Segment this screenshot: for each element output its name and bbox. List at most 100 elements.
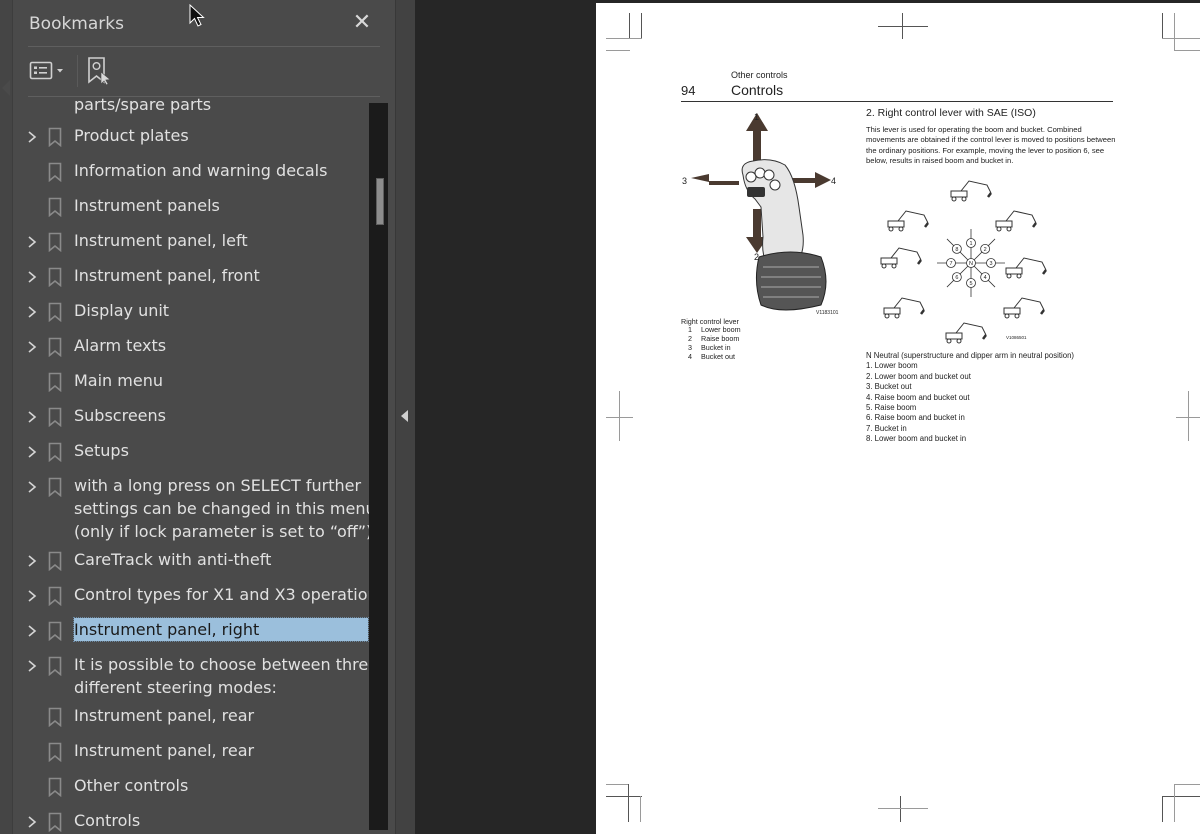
bookmark-label[interactable]: settings can be changed in this menu xyxy=(74,497,369,520)
mouse-cursor-icon xyxy=(189,4,205,27)
find-current-bookmark-button[interactable] xyxy=(86,56,114,86)
arrow-label: 1 xyxy=(754,112,759,122)
position-marker: 6 xyxy=(951,272,962,283)
header-rule xyxy=(681,101,1113,102)
excavator-pictogram xyxy=(1005,257,1047,279)
expand-chevron-icon[interactable] xyxy=(26,623,38,639)
bookmark-label[interactable]: Control types for X1 and X3 operation xyxy=(74,583,369,606)
excavator-pictogram xyxy=(887,210,929,232)
expand-chevron-icon[interactable] xyxy=(26,658,38,674)
excavator-pictogram xyxy=(883,297,925,319)
crop-mark xyxy=(1162,796,1163,822)
position-marker: 4 xyxy=(980,272,991,283)
legend-item: 2. Lower boom and bucket out xyxy=(866,371,971,381)
bookmark-options-icon xyxy=(29,61,63,80)
lever-positions-figure: 1 2 3 4 5 6 7 8 N V1086501 xyxy=(880,180,1047,344)
collapse-panel-arrow-icon[interactable] xyxy=(401,410,408,422)
bookmark-icon xyxy=(48,407,62,428)
expand-chevron-icon[interactable] xyxy=(26,269,38,285)
position-marker: 5 xyxy=(966,278,976,288)
crop-mark xyxy=(606,796,642,797)
bookmark-icon xyxy=(48,812,62,833)
expand-chevron-icon[interactable] xyxy=(26,409,38,425)
bookmark-label[interactable]: Instrument panel, rear xyxy=(74,704,254,727)
bookmark-icon xyxy=(48,197,62,218)
bookmark-icon xyxy=(48,586,62,607)
bookmark-label[interactable]: Instrument panels xyxy=(74,194,220,217)
bookmark-label[interactable]: Instrument panel, rear xyxy=(74,739,254,762)
expand-chevron-icon[interactable] xyxy=(26,304,38,320)
crop-mark xyxy=(1162,13,1163,39)
crop-mark xyxy=(619,391,620,441)
expand-chevron-icon[interactable] xyxy=(26,234,38,250)
bookmark-label[interactable]: Display unit xyxy=(74,299,169,322)
bookmark-label[interactable]: It is possible to choose between three xyxy=(74,653,369,676)
panel-title: Bookmarks xyxy=(29,14,124,34)
divider xyxy=(28,46,380,47)
expand-chevron-icon[interactable] xyxy=(26,479,38,495)
position-marker: 3 xyxy=(986,258,996,268)
expand-chevron-icon[interactable] xyxy=(26,129,38,145)
close-icon[interactable]: ✕ xyxy=(352,11,372,33)
bookmark-label[interactable]: Controls xyxy=(74,809,140,832)
position-marker: 7 xyxy=(946,258,956,268)
expand-chevron-icon[interactable] xyxy=(26,339,38,355)
bookmark-label[interactable]: Instrument panel, right xyxy=(73,617,369,642)
arrow-label: 4 xyxy=(831,176,836,186)
caret-down-icon xyxy=(57,69,63,73)
bookmark-options-button[interactable] xyxy=(29,59,69,83)
control-lever-figure: 1 2 3 4 V1183101 xyxy=(682,112,839,316)
expand-chevron-icon[interactable] xyxy=(26,553,38,569)
bookmark-label[interactable]: Instrument panel, front xyxy=(74,264,260,287)
bookmark-label[interactable]: Main menu xyxy=(74,369,163,392)
bookmark-label[interactable]: Alarm texts xyxy=(74,334,166,357)
position-marker: N xyxy=(966,258,976,268)
expand-chevron-icon[interactable] xyxy=(26,444,38,460)
scrollbar-thumb[interactable] xyxy=(376,178,384,225)
legend-item: 6. Raise boom and bucket in xyxy=(866,413,965,423)
crop-mark xyxy=(640,796,641,822)
arrow-left xyxy=(691,174,739,185)
bookmark-icon xyxy=(48,442,62,463)
bookmark-icon xyxy=(48,372,62,393)
expand-chevron-icon[interactable] xyxy=(26,814,38,830)
find-current-bookmark-icon xyxy=(88,57,111,86)
legend-item: 4. Raise boom and bucket out xyxy=(866,392,970,402)
legend-item: 7. Bucket in xyxy=(866,423,907,433)
bookmark-label[interactable]: parts/spare parts xyxy=(74,97,211,116)
bookmark-icon xyxy=(48,477,62,498)
bookmark-label[interactable]: Information and warning decals xyxy=(74,159,327,182)
section-body: This lever is used for operating the boo… xyxy=(866,125,1116,165)
svg-text:N: N xyxy=(969,261,973,267)
positions-legend: N Neutral (superstructure and dipper arm… xyxy=(866,351,1074,445)
crop-mark xyxy=(641,13,642,39)
position-marker: 8 xyxy=(951,243,962,254)
svg-text:2: 2 xyxy=(984,247,987,253)
bookmark-label[interactable]: (only if lock parameter is set to “off”)… xyxy=(74,520,369,543)
crop-mark xyxy=(606,38,642,39)
expand-chevron-icon[interactable] xyxy=(26,588,38,604)
bookmark-icon xyxy=(48,232,62,253)
section-title: 2. Right control lever with SAE (ISO) xyxy=(866,107,1036,119)
bookmarks-panel: Bookmarks ✕ parts/spare parts Product pla… xyxy=(0,0,395,834)
bookmark-label[interactable]: Instrument panel, left xyxy=(74,229,248,252)
bookmark-label[interactable]: Product plates xyxy=(74,124,189,147)
bookmark-label[interactable]: different steering modes: xyxy=(74,676,277,699)
bookmark-label[interactable]: Other controls xyxy=(74,774,188,797)
bookmark-tree: parts/spare parts Product plates Informati… xyxy=(12,97,369,834)
svg-text:4: 4 xyxy=(984,275,987,281)
svg-text:6: 6 xyxy=(955,275,958,281)
position-marker: 1 xyxy=(966,238,976,248)
crop-mark xyxy=(1174,50,1200,51)
bookmark-label[interactable]: CareTrack with anti-theft xyxy=(74,548,271,571)
bookmark-icon xyxy=(48,162,62,183)
bookmark-icon xyxy=(48,267,62,288)
legend-item: N Neutral (superstructure and dipper arm… xyxy=(866,351,1075,360)
legend-item: 3. Bucket out xyxy=(866,382,912,392)
bookmark-label[interactable]: with a long press on SELECT further xyxy=(74,474,361,497)
bookmark-label[interactable]: Subscreens xyxy=(74,404,166,427)
toolbar-separator xyxy=(77,55,78,87)
crop-mark xyxy=(1176,417,1200,418)
bookmark-label[interactable]: Setups xyxy=(74,439,129,462)
excavator-pictogram xyxy=(950,180,992,202)
